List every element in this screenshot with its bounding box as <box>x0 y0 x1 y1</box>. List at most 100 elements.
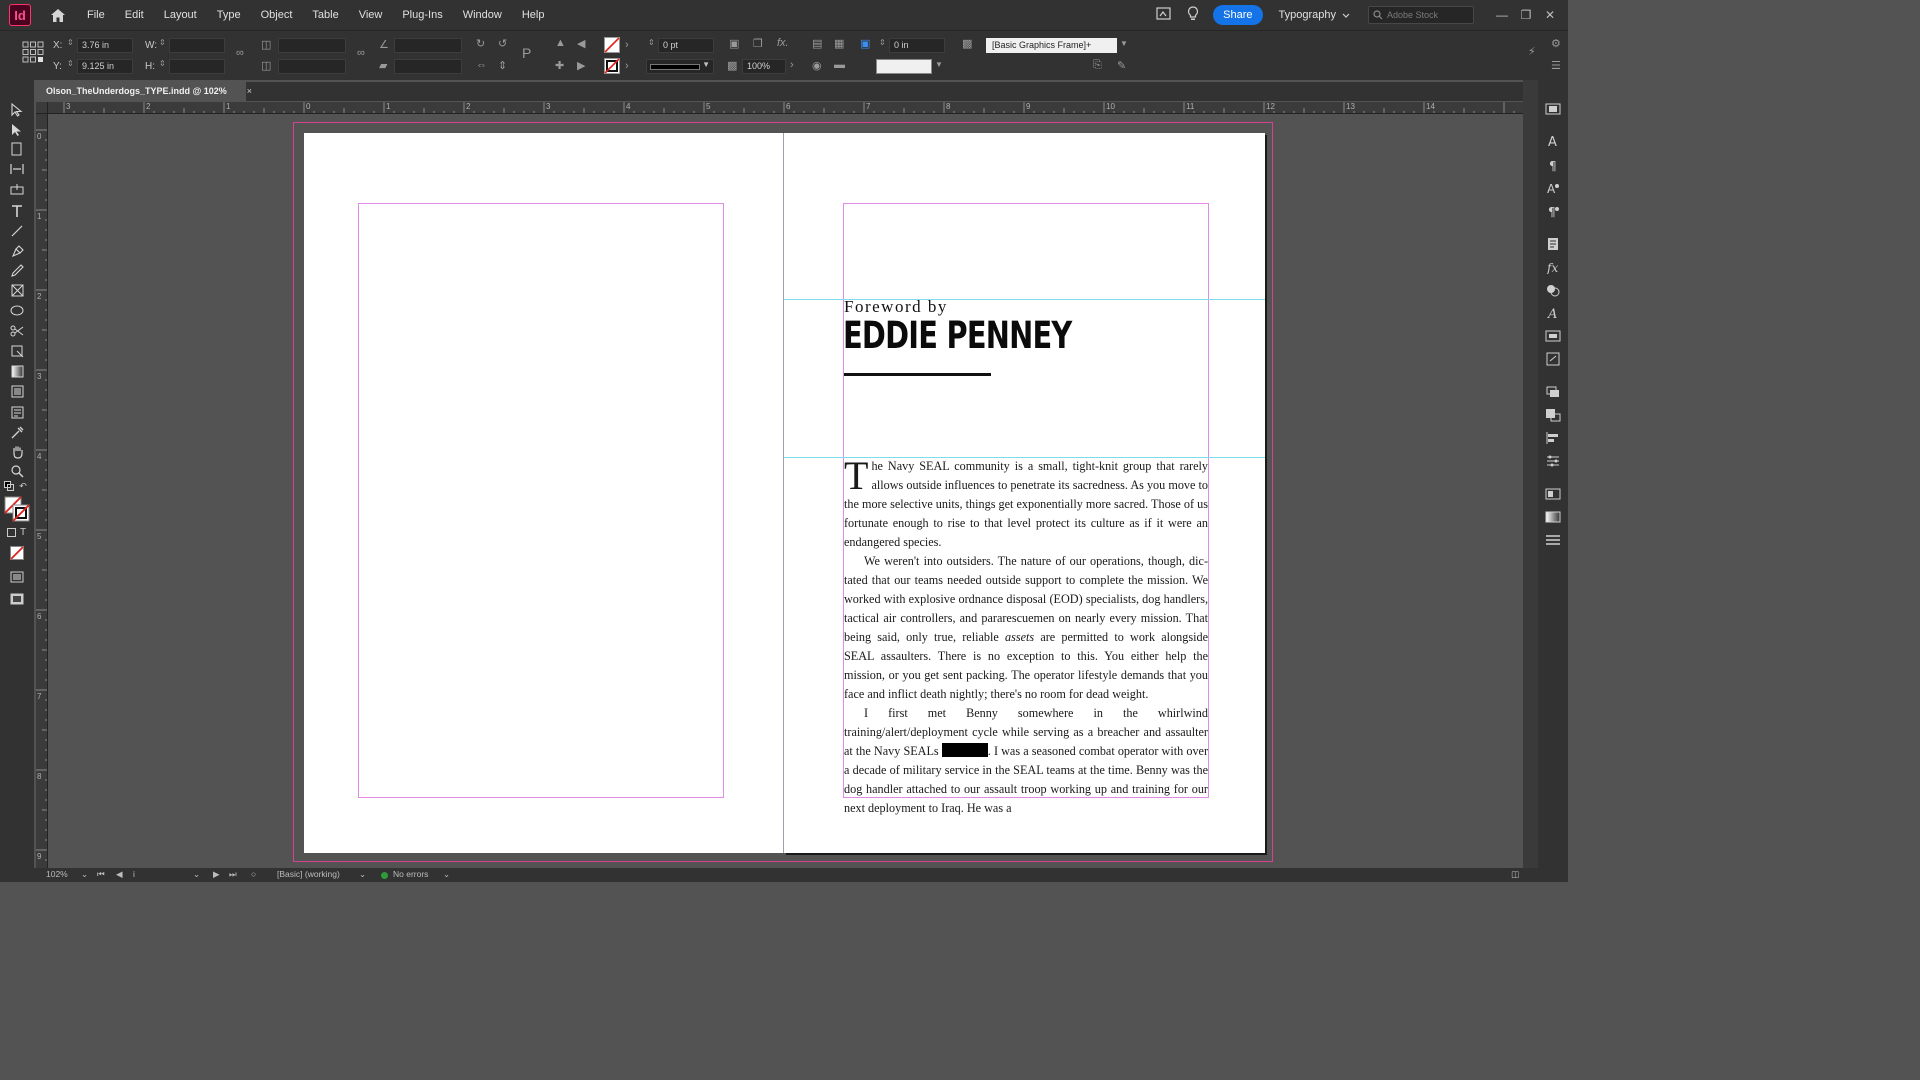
select-container-icon[interactable]: ▲ <box>555 37 566 49</box>
glyphs-icon[interactable]: A <box>1545 306 1561 320</box>
profile-chevron-icon[interactable]: ⌄ <box>359 869 366 880</box>
line-tool-icon[interactable] <box>8 223 26 239</box>
stroke-weight-field[interactable]: 0 pt <box>658 38 714 53</box>
open-file-icon[interactable]: ○ <box>251 869 256 879</box>
menu-table[interactable]: Table <box>302 0 348 30</box>
preflight-errors[interactable]: No errors <box>393 869 428 879</box>
text-wrap-shape-icon[interactable]: ◉ <box>812 59 822 72</box>
opacity-field[interactable]: 100% <box>742 59 786 74</box>
w-stepper-icon[interactable]: ⇕ <box>159 38 166 47</box>
align-icon[interactable] <box>1545 431 1561 445</box>
preflight-chevron-icon[interactable]: ⌄ <box>443 869 450 880</box>
w-field[interactable] <box>169 38 225 53</box>
page-chevron-icon[interactable]: ⌄ <box>193 869 200 880</box>
effects-icon[interactable]: fx <box>1545 260 1561 274</box>
foreword-author-name[interactable]: EDDIE PENNEY <box>843 314 1072 357</box>
scale-x-field[interactable] <box>278 38 346 53</box>
panel-gear-icon[interactable]: ⚙ <box>1551 37 1561 50</box>
frame-color-chevron-icon[interactable]: ▼ <box>935 60 943 69</box>
h-field[interactable] <box>169 59 225 74</box>
stroke-swatch-icon[interactable] <box>604 58 620 74</box>
stroke-icon[interactable] <box>1545 408 1561 422</box>
offset-field[interactable]: 0 in <box>889 38 945 53</box>
note-tool-icon[interactable] <box>8 404 26 420</box>
first-page-icon[interactable]: ⏮ <box>97 869 105 880</box>
select-previous-icon[interactable]: ◀ <box>577 37 585 50</box>
menu-layout[interactable]: Layout <box>154 0 207 30</box>
frame-color-dropdown[interactable] <box>876 59 932 74</box>
menu-window[interactable]: Window <box>453 0 512 30</box>
selection-tool-icon[interactable] <box>8 102 26 118</box>
text-wrap-none-icon[interactable]: ▤ <box>812 37 822 50</box>
adobe-stock-search[interactable]: Adobe Stock <box>1368 6 1474 24</box>
hand-tool-icon[interactable] <box>8 444 26 460</box>
y-stepper-icon[interactable]: ⇕ <box>67 59 74 68</box>
select-content-icon[interactable]: ✚ <box>555 59 564 72</box>
expand-panel-icon[interactable]: ◫ <box>1511 869 1519 880</box>
rotate-cw-icon[interactable]: ↻ <box>476 37 485 50</box>
quick-apply-icon[interactable]: ⚡ <box>1528 45 1536 58</box>
workspace-switcher[interactable]: Typography <box>1279 9 1350 21</box>
object-style-icon[interactable]: ▩ <box>962 37 972 50</box>
pages-icon[interactable] <box>1545 237 1561 251</box>
fill-none-swatch-icon[interactable] <box>604 37 620 53</box>
screen-mode-icon[interactable] <box>8 569 26 585</box>
direct-selection-tool-icon[interactable] <box>8 122 26 138</box>
page-tool-icon[interactable] <box>8 141 26 157</box>
pen-tool-icon[interactable] <box>8 243 26 259</box>
free-transform-tool-icon[interactable] <box>8 343 26 359</box>
publish-online-icon[interactable] <box>1156 7 1171 23</box>
h-stepper-icon[interactable]: ⇕ <box>159 59 166 68</box>
content-collector-tool-icon[interactable] <box>8 181 26 197</box>
object-style-chevron-icon[interactable]: ▼ <box>1120 39 1128 48</box>
minimize-icon[interactable]: — <box>1490 8 1514 22</box>
properties-icon[interactable] <box>1545 454 1561 468</box>
stroke-menu-chevron-icon[interactable]: › <box>625 60 629 72</box>
constrain-scale-icon[interactable]: ∞ <box>357 47 365 59</box>
select-next-icon[interactable]: ▶ <box>577 59 585 72</box>
type-tool-icon[interactable] <box>8 203 26 219</box>
opacity-chevron-icon[interactable]: › <box>790 59 794 71</box>
rotate-angle-field[interactable] <box>394 38 462 53</box>
cc-libraries-icon[interactable] <box>1545 102 1561 116</box>
formatting-text-icon[interactable]: T <box>18 526 28 538</box>
new-style-icon[interactable]: ✎ <box>1117 59 1126 72</box>
zoom-level[interactable]: 102% <box>46 869 68 879</box>
x-field[interactable]: 3.76 in <box>77 38 133 53</box>
rotate-ccw-icon[interactable]: ↺ <box>498 37 507 50</box>
share-button[interactable]: Share <box>1213 5 1263 25</box>
eyedropper-tool-icon[interactable] <box>8 424 26 440</box>
text-wrap-jump-icon[interactable]: ▬ <box>834 59 845 71</box>
menu-file[interactable]: File <box>77 0 115 30</box>
view-mode-icon[interactable] <box>8 591 26 607</box>
panel-menu-icon[interactable]: ☰ <box>1551 59 1561 72</box>
formatting-container-icon[interactable] <box>6 527 16 537</box>
horizontal-ruler[interactable]: 3 2 1 0 1 2 3 4 5 6 7 8 9 10 11 12 13 14 <box>48 102 1523 114</box>
reference-point-icon[interactable] <box>22 41 44 63</box>
menu-edit[interactable]: Edit <box>115 0 154 30</box>
y-field[interactable]: 9.125 in <box>77 59 133 74</box>
zoom-chevron-icon[interactable]: ⌄ <box>81 869 88 880</box>
close-tab-icon[interactable]: × <box>247 82 252 101</box>
character-styles-icon[interactable]: A <box>1545 181 1561 195</box>
pencil-tool-icon[interactable] <box>8 262 26 278</box>
object-style-dropdown[interactable]: [Basic Graphics Frame]+ <box>986 38 1117 53</box>
last-page-icon[interactable]: ⏭ <box>229 869 237 880</box>
body-text-frame[interactable]: The Navy SEAL community is a small, tigh… <box>844 456 1208 818</box>
menu-type[interactable]: Type <box>207 0 251 30</box>
preflight-profile[interactable]: [Basic] (working) <box>277 869 340 879</box>
object-styles-icon[interactable] <box>1545 329 1561 343</box>
gradient-icon[interactable] <box>1545 510 1561 524</box>
swap-fill-stroke-icon[interactable]: ↶ <box>18 481 28 491</box>
ellipse-tool-icon[interactable] <box>8 302 26 318</box>
fitting-frame-icon[interactable]: ▣ <box>729 37 739 50</box>
close-window-icon[interactable]: ✕ <box>1538 8 1562 22</box>
menu-object[interactable]: Object <box>251 0 303 30</box>
paragraph-icon[interactable]: ¶ <box>1545 158 1561 172</box>
text-wrap-icon[interactable] <box>1545 533 1561 547</box>
document-tab[interactable]: Olson_TheUnderdogs_TYPE.indd @ 102% × <box>36 82 252 101</box>
menu-help[interactable]: Help <box>512 0 555 30</box>
text-wrap-bbox-icon[interactable]: ▦ <box>834 37 844 50</box>
menu-plugins[interactable]: Plug-Ins <box>392 0 452 30</box>
apply-none-icon[interactable] <box>8 545 26 561</box>
